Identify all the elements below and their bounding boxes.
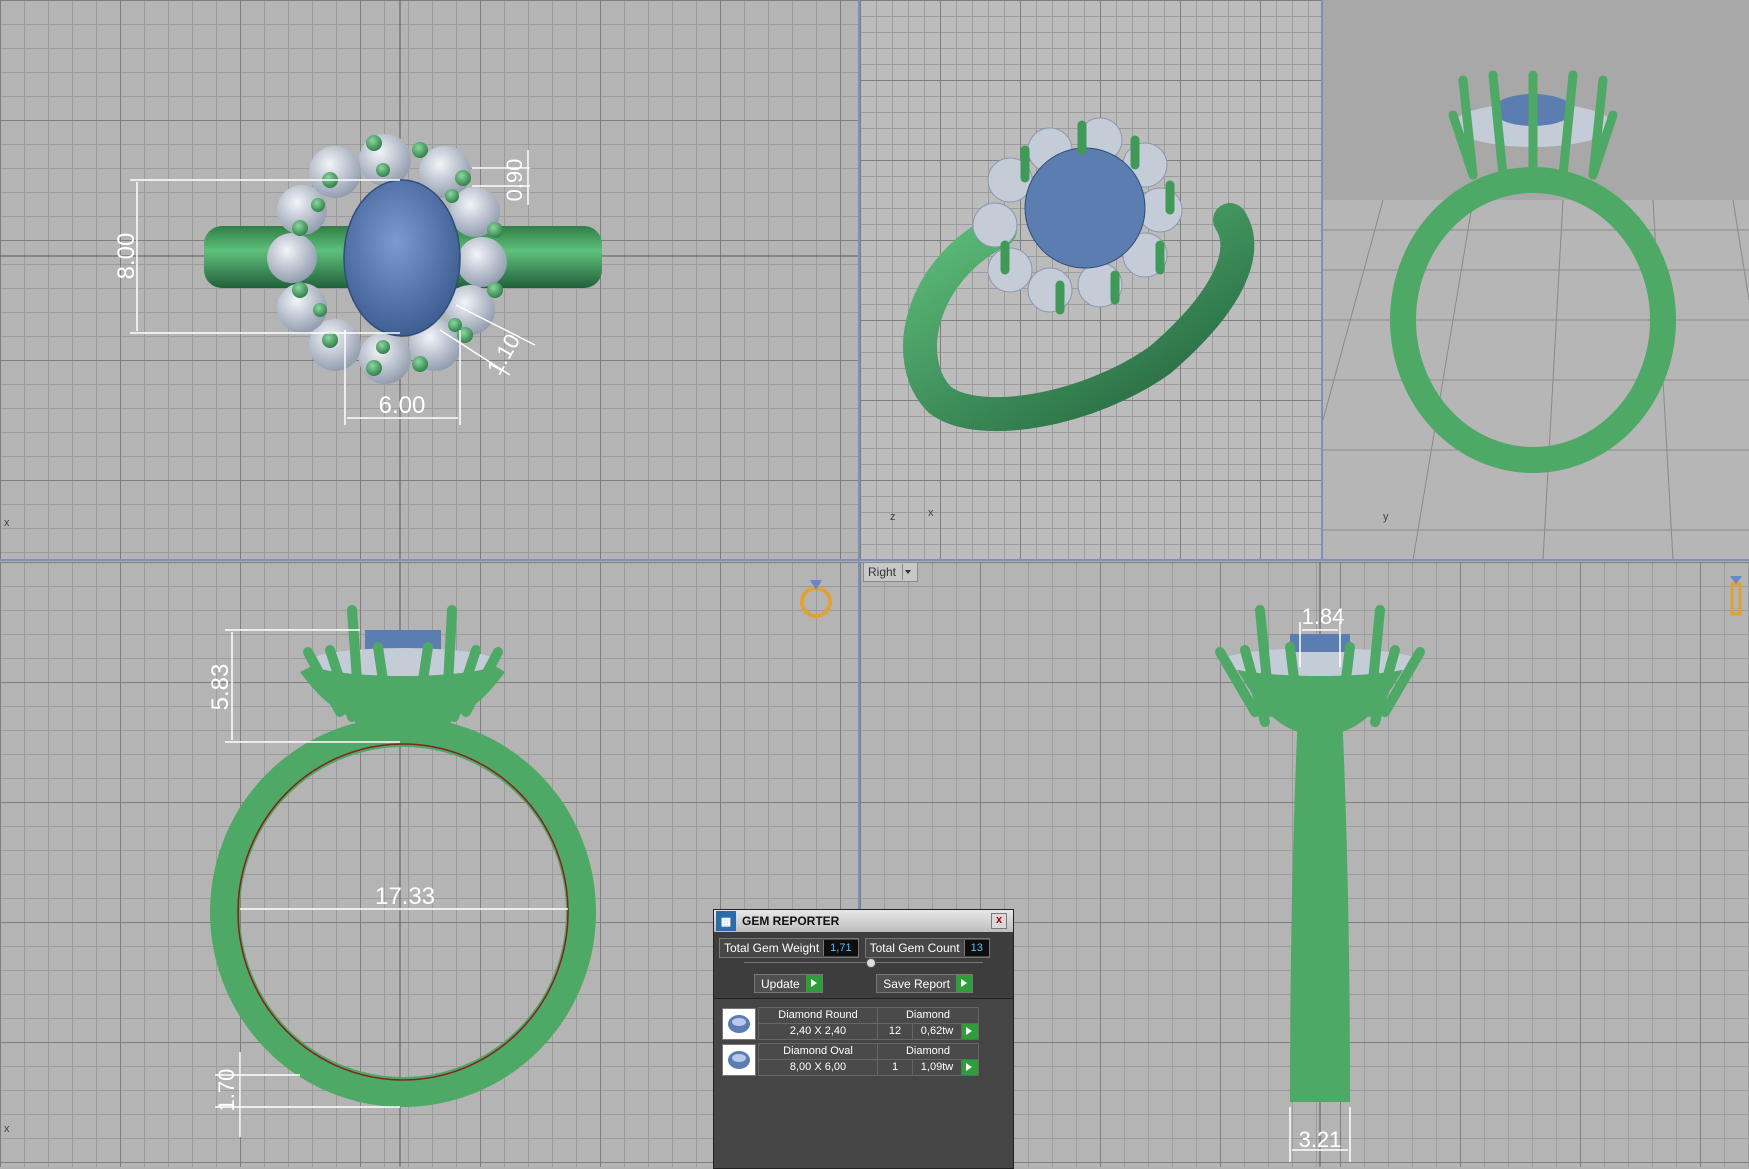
dim-inner-diameter: 17.33 xyxy=(375,883,435,910)
gem-weight: 0,62tw xyxy=(912,1023,962,1040)
axis-label-x: x xyxy=(928,507,934,519)
gem-name: Diamond Round xyxy=(758,1007,878,1024)
axis-label-y: y xyxy=(1383,511,1389,523)
gem-reporter-title: GEM REPORTER xyxy=(742,914,840,928)
dim-prong-small: 0.90 xyxy=(502,159,527,202)
gem-select-button[interactable] xyxy=(961,1059,979,1076)
top-view-drawing: 8.00 6.00 0.90 1.10 x xyxy=(0,0,858,560)
gem-list: Diamond Round Diamond 2,40 X 2,40 12 0,6… xyxy=(714,998,1013,1168)
splitter-handle[interactable] xyxy=(866,958,876,968)
viewport-divider-vertical-2[interactable] xyxy=(1321,0,1323,560)
dim-width: 6.00 xyxy=(379,392,426,419)
gem-size: 2,40 X 2,40 xyxy=(758,1023,878,1040)
panel-splitter[interactable] xyxy=(744,958,983,969)
axis-label-x: x xyxy=(4,1123,10,1135)
dim-top-width: 1.84 xyxy=(1302,604,1345,629)
play-arrow-icon xyxy=(805,975,822,992)
view-selector-dropdown[interactable]: Right xyxy=(863,562,919,582)
total-gem-count-value: 13 xyxy=(963,940,989,956)
ring-side-orientation-icon[interactable] xyxy=(1728,570,1748,620)
perspective-2-drawing: y xyxy=(1323,70,1749,560)
update-button[interactable]: Update xyxy=(754,974,823,993)
total-gem-weight: Total Gem Weight 1,71 xyxy=(719,938,859,958)
oval-gem-icon xyxy=(722,1044,756,1076)
gem-count: 12 xyxy=(877,1023,913,1040)
play-arrow-icon xyxy=(956,975,972,992)
axis-label-z: z xyxy=(890,511,896,523)
axis-label-x: x xyxy=(4,517,10,529)
ring-band xyxy=(210,717,596,1107)
gem-reporter-logo-icon: ▦ xyxy=(716,911,736,931)
gem-row[interactable]: Diamond Round Diamond 2,40 X 2,40 12 0,6… xyxy=(722,1007,992,1040)
dim-bottom-width: 3.21 xyxy=(1299,1127,1342,1152)
save-report-button[interactable]: Save Report xyxy=(876,974,973,993)
close-button[interactable]: x xyxy=(991,913,1007,929)
gem-material: Diamond xyxy=(877,1043,979,1060)
dim-shank-thickness: 1.70 xyxy=(214,1069,239,1112)
perspective-1-drawing: z x xyxy=(890,117,1255,523)
total-gem-count: Total Gem Count 13 xyxy=(864,938,990,958)
chevron-down-icon[interactable] xyxy=(902,564,913,580)
center-stone-oval xyxy=(1290,634,1350,652)
dim-height: 8.00 xyxy=(113,233,140,280)
viewport-top[interactable]: 8.00 6.00 0.90 1.10 x xyxy=(0,0,858,560)
dim-head-height: 5.83 xyxy=(207,664,234,711)
view-selector-label: Right xyxy=(868,565,897,579)
gem-weight: 1,09tw xyxy=(912,1059,962,1076)
gem-row[interactable]: Diamond Oval Diamond 8,00 X 6,00 1 1,09t… xyxy=(722,1043,992,1076)
viewport-divider-horizontal[interactable] xyxy=(0,559,1749,561)
viewport-perspective-1[interactable]: z x xyxy=(860,0,1321,560)
gem-size: 8,00 X 6,00 xyxy=(758,1059,878,1076)
center-stone-oval xyxy=(1024,147,1146,269)
gem-material: Diamond xyxy=(877,1007,979,1024)
gem-reporter-panel[interactable]: ▦ GEM REPORTER x Total Gem Weight 1,71 T… xyxy=(713,909,1014,1169)
gem-select-button[interactable] xyxy=(961,1023,979,1040)
total-gem-weight-value: 1,71 xyxy=(823,940,858,956)
round-gem-icon xyxy=(722,1008,756,1040)
center-stone-oval xyxy=(343,179,461,337)
ring-orientation-icon[interactable] xyxy=(796,570,836,620)
gem-count: 1 xyxy=(877,1059,913,1076)
gem-reporter-titlebar[interactable]: ▦ GEM REPORTER x xyxy=(714,910,1013,932)
viewport-perspective-2[interactable]: y xyxy=(1323,0,1749,560)
gem-name: Diamond Oval xyxy=(758,1043,878,1060)
